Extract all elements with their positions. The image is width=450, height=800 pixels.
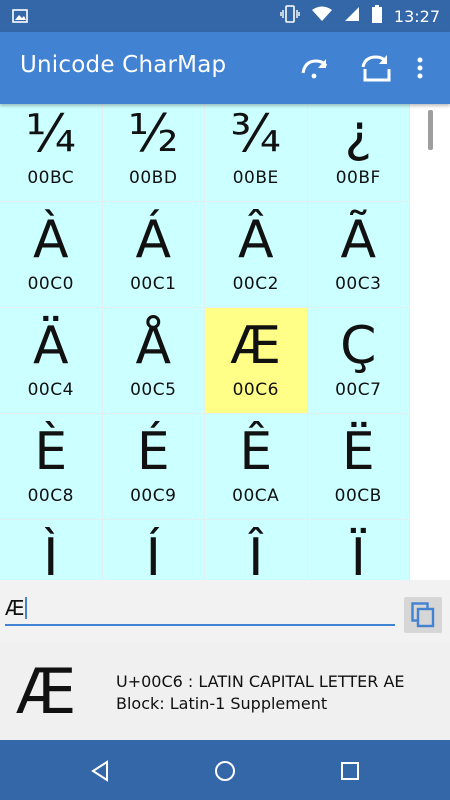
- overflow-menu-button[interactable]: [402, 50, 438, 86]
- scroll-track: [410, 104, 450, 580]
- char-code: 00BD: [129, 168, 178, 188]
- jump-forward-icon: [301, 59, 328, 79]
- char-glyph: Á: [135, 210, 172, 270]
- char-code: 00BF: [335, 168, 381, 188]
- selected-glyph-preview: Æ: [16, 655, 77, 728]
- char-cell[interactable]: Ë 00CB: [307, 414, 410, 520]
- character-grid-cells: ¼ 00BC ½ 00BD ¾ 00BE ¿ 00BF À 00C0 Á 00C1 Â 00C2 Ã 00C3…: [0, 104, 410, 580]
- input-value: Æ: [5, 596, 25, 620]
- character-block: Block: Latin-1 Supplement: [116, 694, 328, 713]
- char-code: 00C3: [335, 274, 382, 294]
- char-glyph: È: [34, 422, 68, 482]
- char-code: 00CA: [232, 486, 280, 506]
- app-title: Unicode CharMap: [20, 52, 227, 78]
- back-button[interactable]: [85, 756, 115, 786]
- jump-to-button[interactable]: [357, 50, 393, 86]
- char-glyph: É: [136, 422, 170, 482]
- char-cell[interactable]: ¾ 00BE: [205, 104, 308, 202]
- char-glyph: Ì: [43, 528, 59, 580]
- char-cell[interactable]: Â 00C2: [205, 202, 308, 308]
- character-name: U+00C6 : LATIN CAPITAL LETTER AE: [116, 672, 405, 691]
- char-cell[interactable]: ½ 00BD: [102, 104, 205, 202]
- char-glyph: Ç: [340, 316, 377, 376]
- char-glyph: ¼: [25, 104, 76, 164]
- char-cell[interactable]: Ï: [308, 520, 410, 580]
- char-code: 00C1: [130, 274, 177, 294]
- input-area: Æ: [0, 580, 450, 642]
- char-glyph: Ä: [32, 316, 69, 376]
- char-glyph: À: [32, 210, 69, 270]
- char-cell[interactable]: Í: [103, 520, 205, 580]
- back-icon: [91, 760, 108, 782]
- home-icon: [215, 761, 235, 781]
- char-code: 00BE: [232, 168, 279, 188]
- battery-icon: [371, 5, 382, 27]
- char-glyph: Ê: [239, 422, 273, 482]
- image-icon: [12, 8, 28, 28]
- recents-icon: [341, 762, 359, 780]
- char-cell[interactable]: Ê 00CA: [205, 414, 308, 520]
- char-cell[interactable]: Á 00C1: [102, 202, 205, 308]
- char-code: 00C8: [27, 486, 74, 506]
- char-glyph: Ã: [340, 210, 377, 270]
- status-bar: 13:27: [0, 0, 450, 32]
- char-glyph: ¾: [230, 104, 281, 164]
- char-cell[interactable]: À 00C0: [0, 202, 103, 308]
- char-glyph: Î: [248, 528, 264, 580]
- app-bar: Unicode CharMap: [0, 32, 450, 104]
- clock: 13:27: [393, 6, 440, 26]
- char-glyph: Ë: [341, 422, 375, 482]
- char-glyph: Æ: [230, 316, 282, 376]
- character-info-panel: Æ U+00C6 : LATIN CAPITAL LETTER AE Block…: [0, 642, 450, 740]
- home-button[interactable]: [210, 756, 240, 786]
- char-code: 00C6: [232, 380, 279, 400]
- character-grid: ¼ 00BC ½ 00BD ¾ 00BE ¿ 00BF À 00C0 Á 00C1 Â 00C2 Ã 00C3…: [0, 104, 410, 580]
- copy-button[interactable]: [404, 597, 442, 633]
- char-cell[interactable]: ¿ 00BF: [307, 104, 410, 202]
- char-glyph: ¿: [344, 104, 373, 164]
- char-cell[interactable]: Ç 00C7: [307, 308, 410, 414]
- more-vert-icon: [417, 57, 423, 79]
- char-cell[interactable]: Æ 00C6: [205, 308, 308, 414]
- wifi-icon: [311, 6, 332, 26]
- char-code: 00C0: [27, 274, 74, 294]
- vibrate-icon: [280, 5, 300, 27]
- char-cell[interactable]: Ì: [0, 520, 103, 580]
- char-cell[interactable]: Å 00C5: [102, 308, 205, 414]
- char-cell[interactable]: È 00C8: [0, 414, 103, 520]
- char-code: 00C7: [335, 380, 382, 400]
- signal-icon: [344, 6, 360, 26]
- char-cell[interactable]: Î: [205, 520, 308, 580]
- char-glyph: ½: [128, 104, 179, 164]
- char-code: 00C4: [27, 380, 74, 400]
- char-cell[interactable]: Ä 00C4: [0, 308, 103, 414]
- char-cell[interactable]: É 00C9: [102, 414, 205, 520]
- text-caret: [25, 597, 28, 619]
- char-glyph: Â: [237, 210, 274, 270]
- character-input-field[interactable]: Æ: [5, 588, 395, 626]
- char-code: 00C5: [130, 380, 177, 400]
- char-code: 00BC: [27, 168, 75, 188]
- scrollbar-thumb[interactable]: [428, 110, 433, 150]
- jump-forward-button[interactable]: [296, 50, 332, 86]
- char-glyph: Í: [145, 528, 161, 580]
- char-code: 00C2: [232, 274, 279, 294]
- jump-to-icon: [361, 55, 391, 82]
- char-cell[interactable]: Ã 00C3: [307, 202, 410, 308]
- char-glyph: Å: [135, 316, 172, 376]
- copy-icon: [411, 602, 435, 628]
- recents-button[interactable]: [335, 756, 365, 786]
- char-glyph: Ï: [350, 528, 366, 580]
- navigation-bar: [0, 740, 450, 800]
- char-cell[interactable]: ¼ 00BC: [0, 104, 103, 202]
- char-code: 00C9: [130, 486, 177, 506]
- char-code: 00CB: [334, 486, 382, 506]
